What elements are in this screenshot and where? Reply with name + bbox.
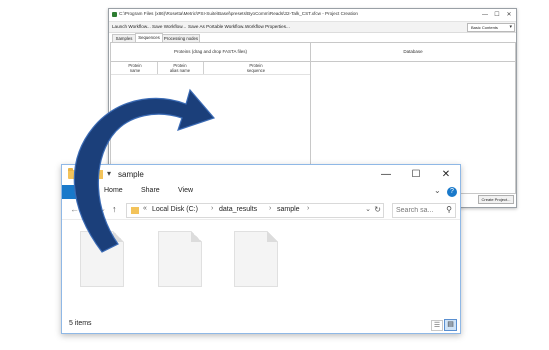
file-icon xyxy=(234,231,278,287)
large-icons-view-icon[interactable]: ▤ xyxy=(444,319,457,331)
status-bar: 5 items ☰ ▤ xyxy=(62,317,460,332)
item-count: 5 items xyxy=(69,320,92,327)
file-icon xyxy=(158,231,202,287)
project-window-title: C:\Program Files (x86)\Rosetta\Metric\PS… xyxy=(119,11,358,16)
address-bar[interactable]: « Local Disk (C:) › data_results › sampl… xyxy=(126,203,384,218)
app-icon xyxy=(112,12,117,17)
save-workflow-button[interactable]: Save Workflow... xyxy=(152,24,186,29)
tab-samples[interactable]: Samples xyxy=(112,34,136,42)
column-divider[interactable] xyxy=(203,62,204,74)
new-folder-icon[interactable] xyxy=(93,170,103,179)
mode-dropdown[interactable]: Basic Contents ▾ xyxy=(467,23,515,32)
column-divider[interactable] xyxy=(157,62,158,74)
file-item[interactable] xyxy=(234,231,278,287)
address-dropdown-icon[interactable]: ⌄ xyxy=(365,205,371,213)
recent-locations-button[interactable]: ⌄ xyxy=(100,205,106,213)
minimize-button[interactable]: — xyxy=(374,167,398,183)
explorer-titlebar[interactable]: ✔ ▾ sample — ☐ ✕ xyxy=(62,165,460,185)
tab-sequences[interactable]: Sequences xyxy=(135,33,163,42)
file-icon xyxy=(80,231,124,287)
close-button[interactable]: ✕ xyxy=(434,167,458,183)
folder-icon xyxy=(68,168,80,179)
file-list xyxy=(62,223,460,315)
close-button[interactable]: ✕ xyxy=(504,10,514,20)
workflow-properties-button[interactable]: Workflow Properties... xyxy=(245,24,290,29)
breadcrumb-overflow[interactable]: « xyxy=(143,205,147,212)
proteins-drop-zone-header: Proteins (drag and drop FASTA files) xyxy=(111,43,311,62)
column-protein-sequence[interactable]: Protein sequence xyxy=(221,63,291,73)
breadcrumb-local-disk[interactable]: Local Disk (C:) xyxy=(152,206,198,213)
forward-button[interactable]: → xyxy=(86,204,95,214)
search-box[interactable]: ⚲ xyxy=(392,203,456,218)
breadcrumb-separator[interactable]: › xyxy=(211,205,213,212)
maximize-button[interactable]: ☐ xyxy=(404,167,428,183)
properties-icon[interactable]: ✔ xyxy=(83,169,92,180)
tab-share[interactable]: Share xyxy=(141,187,160,194)
breadcrumb-separator[interactable]: › xyxy=(307,205,309,212)
column-protein-name[interactable]: Protein name xyxy=(121,63,149,73)
breadcrumb-sample[interactable]: sample xyxy=(277,206,300,213)
up-button[interactable]: ↑ xyxy=(112,204,117,214)
refresh-icon[interactable]: ↻ xyxy=(374,205,381,214)
back-button[interactable]: ← xyxy=(70,204,79,214)
project-toolbar: Launch Workflow... Save Workflow... Save… xyxy=(109,22,516,33)
tab-home[interactable]: Home xyxy=(104,187,123,194)
file-item[interactable] xyxy=(80,231,124,287)
save-portable-workflow-button[interactable]: Save As Portable Workflow... xyxy=(188,24,247,29)
tab-file[interactable]: File xyxy=(62,185,98,199)
column-protein-alias[interactable]: Protein alias name xyxy=(163,63,197,73)
expand-ribbon-icon[interactable]: ⌄ xyxy=(434,186,441,195)
quick-access-dropdown-icon[interactable]: ▾ xyxy=(107,169,111,178)
search-icon[interactable]: ⚲ xyxy=(446,205,452,214)
chevron-down-icon: ▾ xyxy=(509,24,512,30)
search-input[interactable] xyxy=(396,205,440,215)
breadcrumb-data-results[interactable]: data_results xyxy=(219,206,257,213)
maximize-button[interactable]: ☐ xyxy=(492,10,502,20)
minimize-button[interactable]: — xyxy=(480,10,490,20)
folder-icon xyxy=(131,207,139,214)
grid-divider xyxy=(111,74,310,75)
mode-dropdown-value: Basic Contents xyxy=(471,25,498,30)
tab-processing-nodes[interactable]: Processing nodes xyxy=(162,34,200,42)
help-icon[interactable]: ? xyxy=(447,187,457,197)
launch-workflow-button[interactable]: Launch Workflow... xyxy=(112,24,151,29)
database-header: Database xyxy=(311,43,515,62)
tab-view[interactable]: View xyxy=(178,187,193,194)
explorer-navigation-bar: ← → ⌄ ↑ « Local Disk (C:) › data_results… xyxy=(62,201,460,220)
project-window-titlebar[interactable]: C:\Program Files (x86)\Rosetta\Metric\PS… xyxy=(109,9,516,22)
project-tabs: Samples Sequences Processing nodes xyxy=(109,33,516,42)
create-project-button[interactable]: Create Project... xyxy=(478,195,514,204)
breadcrumb-separator[interactable]: › xyxy=(269,205,271,212)
file-item[interactable] xyxy=(158,231,202,287)
file-explorer-window: ✔ ▾ sample — ☐ ✕ File Home Share View ⌄ … xyxy=(61,164,461,334)
details-view-icon[interactable]: ☰ xyxy=(431,320,443,331)
explorer-ribbon: File Home Share View ⌄ ? xyxy=(62,185,460,199)
explorer-title: sample xyxy=(118,170,144,179)
